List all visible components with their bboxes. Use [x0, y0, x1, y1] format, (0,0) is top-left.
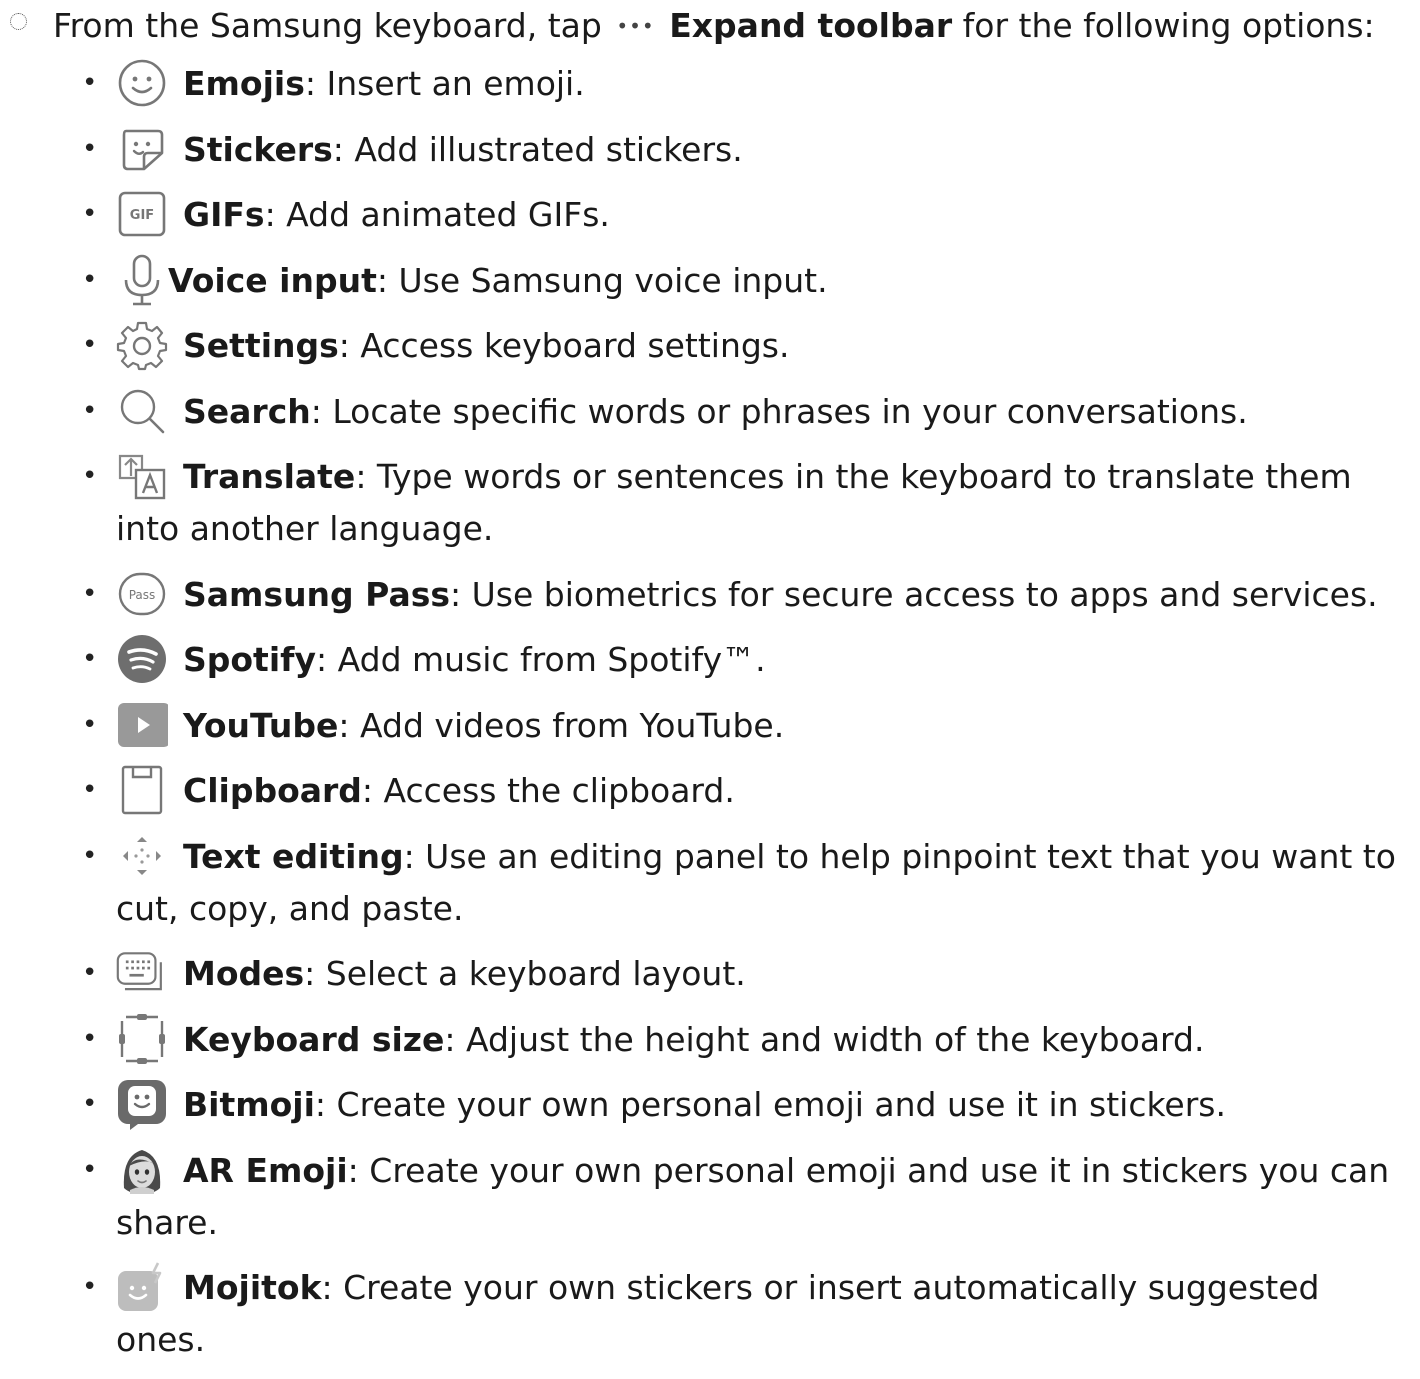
- step-marker-icon: [10, 13, 27, 30]
- bullet: •: [82, 775, 98, 805]
- list-item: • Voice input: Use Samsung voice input.: [0, 254, 1420, 307]
- bullet: •: [82, 199, 98, 229]
- samsung-pass-icon: Pass: [116, 568, 168, 620]
- option-name: Samsung Pass: [183, 574, 451, 614]
- list-item: • Stickers: Add illustrated stickers.: [0, 123, 1420, 176]
- option-description: : Create your own personal emoji and use…: [314, 1085, 1226, 1124]
- option-name: AR Emoji: [183, 1150, 348, 1190]
- option-name: Translate: [183, 457, 356, 496]
- bullet: •: [82, 68, 98, 98]
- gear-icon: [116, 319, 168, 371]
- bullet: •: [82, 264, 98, 295]
- list-item: • Spotify: Add music from Spotify™.: [0, 633, 1420, 686]
- option-description: : Add illustrated stickers.: [332, 129, 743, 169]
- option-name: Clipboard: [183, 771, 362, 810]
- text-editing-icon: [116, 830, 168, 882]
- list-item: • GIF GIFs: Add animated GIFs.: [0, 188, 1420, 241]
- option-description: : Locate specific words or phrases in yo…: [310, 391, 1248, 431]
- option-name: Settings: [183, 326, 339, 365]
- microphone-icon: [116, 254, 162, 306]
- ar-emoji-icon: [116, 1144, 168, 1196]
- bullet: •: [82, 1089, 98, 1119]
- option-name: Text editing: [183, 836, 404, 876]
- intro-suffix: for the following options:: [962, 6, 1375, 45]
- list-item: • Pass Samsung Pass: Use biometrics for …: [0, 568, 1420, 621]
- option-name: Bitmoji: [183, 1085, 315, 1124]
- bullet: •: [82, 1154, 98, 1185]
- bullet: •: [82, 1272, 98, 1302]
- list-item: • YouTube: Add videos from YouTube.: [0, 699, 1420, 752]
- clipboard-icon: [116, 764, 168, 816]
- option-description: : Add music from Spotify™.: [316, 640, 766, 679]
- sticker-icon: [116, 123, 168, 175]
- option-description: : Add animated GIFs.: [264, 195, 610, 234]
- option-name: Emojis: [183, 64, 305, 103]
- toolbar-options-list: • Emojis: Insert an emoji. • Stickers: A…: [0, 57, 1420, 1379]
- bullet: •: [82, 330, 98, 360]
- list-item: • Text editing: Use an editing panel to …: [0, 830, 1420, 935]
- option-name: Spotify: [183, 640, 317, 679]
- list-item: • Bitmoji: Create your own personal emoj…: [0, 1078, 1420, 1131]
- list-item: • AR Emoji: Create your own personal emo…: [0, 1144, 1420, 1249]
- option-name: Search: [183, 391, 311, 431]
- bullet: •: [82, 395, 98, 426]
- bullet: •: [82, 578, 98, 609]
- list-item: • Modes: Select a keyboard layout.: [0, 947, 1420, 1000]
- list-item: • Emojis: Insert an emoji.: [0, 57, 1420, 110]
- search-icon: [116, 385, 168, 437]
- bullet: •: [82, 840, 98, 871]
- option-name: Keyboard size: [183, 1019, 445, 1059]
- bullet: •: [82, 958, 98, 988]
- keyboard-size-icon: [116, 1013, 168, 1065]
- mojitok-icon: [116, 1261, 168, 1313]
- option-description: : Use biometrics for secure access to ap…: [450, 574, 1378, 614]
- option-name: Stickers: [183, 129, 333, 169]
- list-item: • Translate: Type words or sentences in …: [0, 450, 1420, 555]
- bitmoji-icon: [116, 1078, 168, 1130]
- option-description: : Select a keyboard layout.: [304, 954, 746, 993]
- option-description: : Insert an emoji.: [304, 64, 585, 103]
- list-item: • Search: Locate specific words or phras…: [0, 385, 1420, 438]
- gif-icon-label: GIF: [130, 208, 154, 223]
- bullet: •: [82, 133, 98, 164]
- option-name: Mojitok: [183, 1268, 322, 1307]
- option-description: : Add videos from YouTube.: [338, 705, 785, 745]
- intro-line: From the Samsung keyboard, tap ••• Expan…: [10, 0, 1375, 52]
- option-name: Modes: [183, 954, 305, 993]
- translate-icon: [116, 450, 168, 502]
- bullet: •: [82, 1023, 98, 1054]
- intro-prefix: From the Samsung keyboard, tap: [53, 6, 602, 45]
- pass-icon-label: Pass: [129, 588, 156, 602]
- spotify-icon: [116, 633, 168, 685]
- list-item: • Keyboard size: Adjust the height and w…: [0, 1013, 1420, 1066]
- bullet: •: [82, 644, 98, 674]
- list-item: • Settings: Access keyboard settings.: [0, 319, 1420, 372]
- expand-toolbar-icon: •••: [616, 14, 655, 38]
- expand-toolbar-label: Expand toolbar: [669, 6, 953, 45]
- option-description: : Use Samsung voice input.: [376, 260, 828, 300]
- option-name: GIFs: [183, 195, 265, 234]
- option-description: : Access keyboard settings.: [338, 326, 790, 365]
- option-description: : Access the clipboard.: [361, 771, 735, 810]
- keyboard-modes-icon: [116, 947, 168, 999]
- list-item: • Clipboard: Access the clipboard.: [0, 764, 1420, 817]
- list-item: • Mojitok: Create your own stickers or i…: [0, 1261, 1420, 1366]
- option-name: Voice input: [168, 260, 377, 300]
- bullet: •: [82, 709, 98, 740]
- emoji-icon: [116, 57, 168, 109]
- bullet: •: [82, 461, 98, 491]
- option-name: YouTube: [183, 705, 339, 745]
- gif-icon: GIF: [116, 188, 168, 240]
- youtube-icon: [116, 699, 168, 751]
- option-description: : Adjust the height and width of the key…: [444, 1019, 1205, 1059]
